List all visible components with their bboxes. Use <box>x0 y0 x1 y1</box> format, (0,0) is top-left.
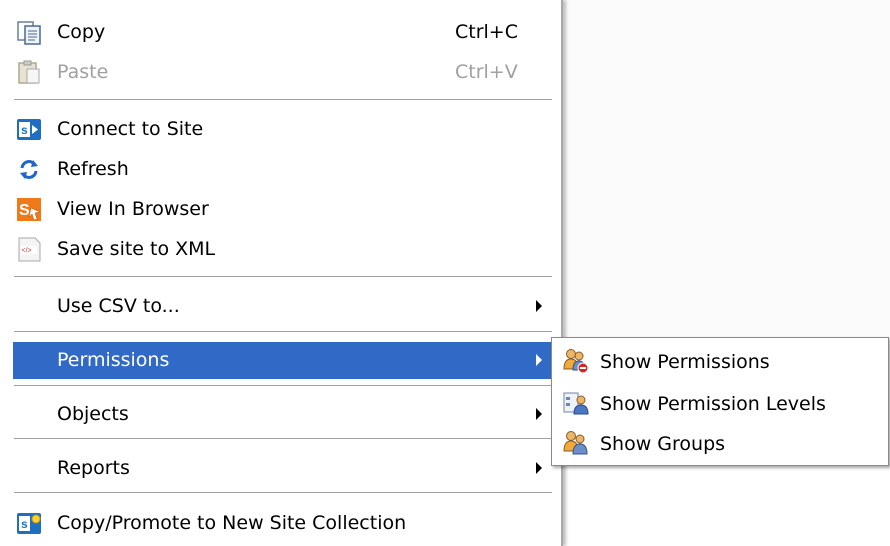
users-group-icon <box>562 429 590 457</box>
paste-shortcut: Ctrl+V <box>455 61 518 83</box>
show-permission-levels-label: Show Permission Levels <box>600 393 826 415</box>
paste-label: Paste <box>57 61 109 83</box>
refresh-label: Refresh <box>57 158 129 180</box>
svg-text:</>: </> <box>22 248 32 255</box>
permission-levels-icon <box>562 389 590 417</box>
submenu-arrow-icon <box>536 354 542 366</box>
paste-icon <box>16 59 43 86</box>
submenu-item-show-permissions[interactable]: Show Permissions <box>552 342 888 380</box>
menu-item-permissions[interactable]: Permissions <box>13 342 551 379</box>
refresh-icon <box>16 156 43 183</box>
show-permissions-label: Show Permissions <box>600 351 770 373</box>
separator <box>14 276 552 278</box>
separator <box>14 492 552 494</box>
menu-item-refresh[interactable]: Refresh <box>0 151 563 188</box>
copy-promote-label: Copy/Promote to New Site Collection <box>57 512 407 534</box>
svg-text:s: s <box>21 123 28 137</box>
separator <box>14 99 552 101</box>
save-xml-label: Save site to XML <box>57 238 216 260</box>
context-menu: Copy Ctrl+C Paste Ctrl+V s Connect to Si… <box>0 0 563 546</box>
menu-item-use-csv[interactable]: Use CSV to... <box>0 288 563 325</box>
permissions-label: Permissions <box>57 349 170 371</box>
submenu-item-show-groups[interactable]: Show Groups <box>552 424 888 462</box>
submenu-item-show-permission-levels[interactable]: Show Permission Levels <box>552 384 888 422</box>
copy-icon <box>16 19 43 46</box>
submenu-arrow-icon <box>536 462 542 474</box>
menu-item-copy[interactable]: Copy Ctrl+C <box>0 14 563 51</box>
menu-item-paste[interactable]: Paste Ctrl+V <box>0 54 563 91</box>
separator <box>14 331 552 333</box>
menu-item-copy-promote[interactable]: s Copy/Promote to New Site Collection <box>0 505 563 542</box>
submenu-arrow-icon <box>536 300 542 312</box>
separator <box>14 385 552 387</box>
menu-item-objects[interactable]: Objects <box>0 396 563 433</box>
objects-label: Objects <box>57 403 129 425</box>
svg-text:S: S <box>19 202 30 219</box>
show-groups-label: Show Groups <box>600 433 726 455</box>
svg-text:s: s <box>21 517 28 531</box>
connect-label: Connect to Site <box>57 118 204 140</box>
view-in-browser-label: View In Browser <box>57 198 209 220</box>
browser-icon: S <box>16 196 43 223</box>
menu-item-reports[interactable]: Reports <box>0 450 563 487</box>
menu-item-view-in-browser[interactable]: S View In Browser <box>0 191 563 228</box>
sharepoint-new-icon: s <box>16 510 43 537</box>
users-remove-icon <box>562 347 590 375</box>
use-csv-label: Use CSV to... <box>57 295 180 317</box>
separator <box>14 438 552 440</box>
menu-item-connect-to-site[interactable]: s Connect to Site <box>0 111 563 148</box>
copy-label: Copy <box>57 21 106 43</box>
sharepoint-icon: s <box>16 116 43 143</box>
reports-label: Reports <box>57 457 130 479</box>
permissions-submenu: Show Permissions Show Permission Levels … <box>551 337 889 466</box>
background-area <box>565 0 890 337</box>
submenu-arrow-icon <box>536 408 542 420</box>
menu-item-save-site-to-xml[interactable]: </> Save site to XML <box>0 231 563 268</box>
copy-shortcut: Ctrl+C <box>455 21 518 43</box>
xml-icon: </> <box>16 236 43 263</box>
